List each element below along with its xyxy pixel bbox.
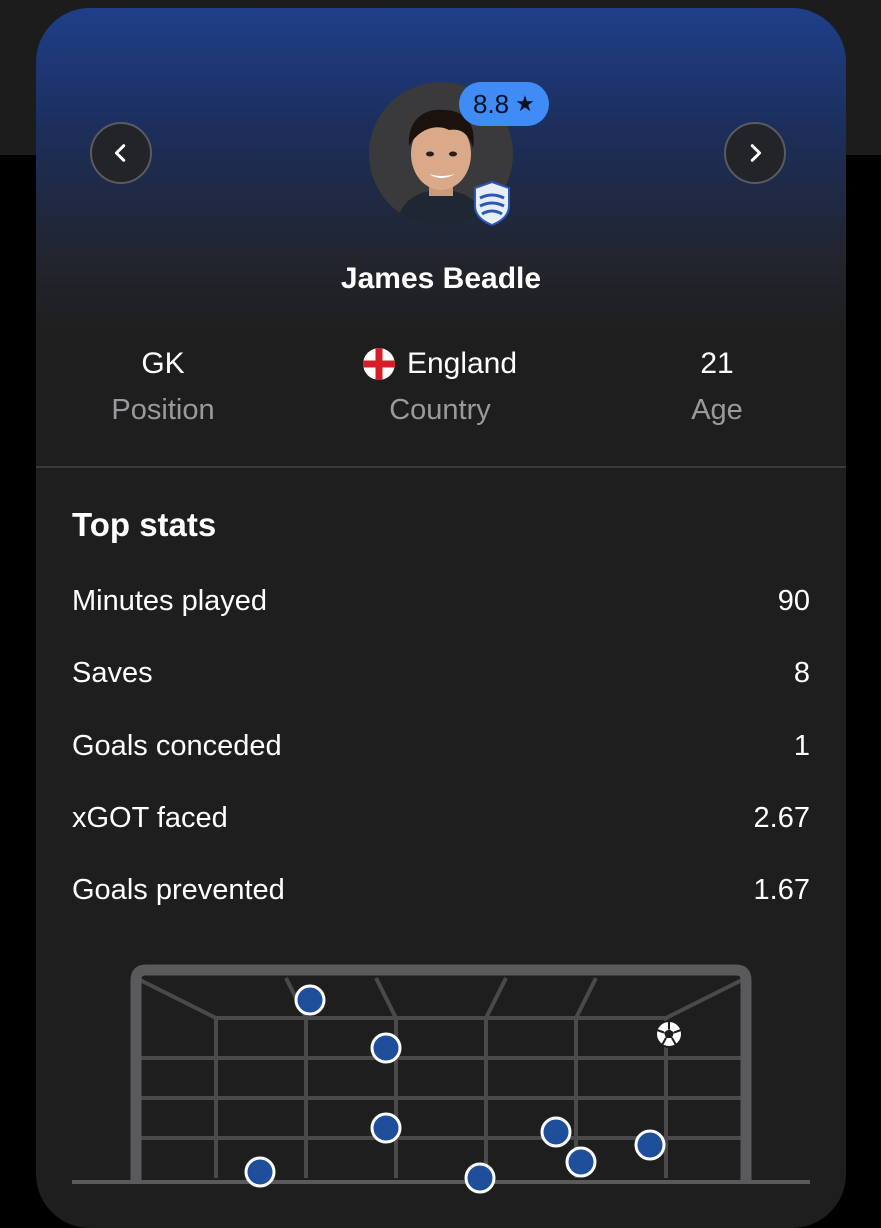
country-value-row: England	[330, 344, 550, 384]
save-marker	[565, 1146, 597, 1178]
info-position: GK Position	[53, 344, 273, 427]
stat-row-saves: Saves 8	[72, 653, 810, 693]
position-value: GK	[141, 347, 185, 380]
age-label: Age	[691, 394, 743, 426]
save-marker	[244, 1156, 276, 1188]
star-icon: ★	[515, 91, 535, 116]
player-name: James Beadle	[340, 262, 542, 295]
stat-value: 8	[793, 656, 810, 689]
save-marker	[540, 1116, 572, 1148]
rating-value: 8.8	[473, 88, 510, 119]
stat-row-xgot-faced: xGOT faced 2.67	[72, 798, 810, 838]
save-marker	[464, 1162, 496, 1194]
stat-row-goals-prevented: Goals prevented 1.67	[72, 870, 810, 910]
next-player-button[interactable]	[724, 122, 786, 184]
chevron-right-icon	[750, 144, 762, 162]
stat-label: Saves	[72, 656, 153, 689]
stat-value: 1.67	[753, 873, 810, 906]
stat-label: Goals conceded	[72, 729, 282, 762]
previous-player-button[interactable]	[90, 122, 152, 184]
save-marker	[634, 1129, 666, 1161]
stat-row-goals-conceded: Goals conceded 1	[72, 726, 810, 766]
stat-label: xGOT faced	[72, 801, 228, 834]
goal-shot-map	[72, 964, 810, 1194]
save-marker	[294, 984, 326, 1016]
info-age: 21 Age	[607, 344, 827, 427]
stat-value: 90	[777, 584, 810, 617]
save-marker	[370, 1032, 402, 1064]
goal-ball-icon	[655, 1020, 683, 1048]
section-divider	[36, 466, 846, 468]
stat-row-minutes-played: Minutes played 90	[72, 581, 810, 621]
england-flag-icon	[362, 348, 395, 380]
info-country: England Country	[330, 344, 550, 427]
stat-label: Goals prevented	[72, 873, 285, 906]
club-badge-icon	[474, 180, 510, 226]
top-stats-title: Top stats	[72, 506, 217, 543]
player-card: 8.8 ★ James Beadle GK Position England C…	[36, 8, 846, 1228]
stat-value: 2.67	[753, 801, 810, 834]
stat-value: 1	[793, 729, 810, 762]
save-marker	[370, 1112, 402, 1144]
country-label: Country	[389, 394, 491, 426]
stat-label: Minutes played	[72, 584, 268, 617]
country-value: England	[406, 347, 518, 380]
age-value: 21	[700, 347, 734, 380]
chevron-left-icon	[114, 144, 126, 162]
player-rating-badge: 8.8 ★	[459, 82, 549, 126]
position-label: Position	[111, 394, 215, 426]
